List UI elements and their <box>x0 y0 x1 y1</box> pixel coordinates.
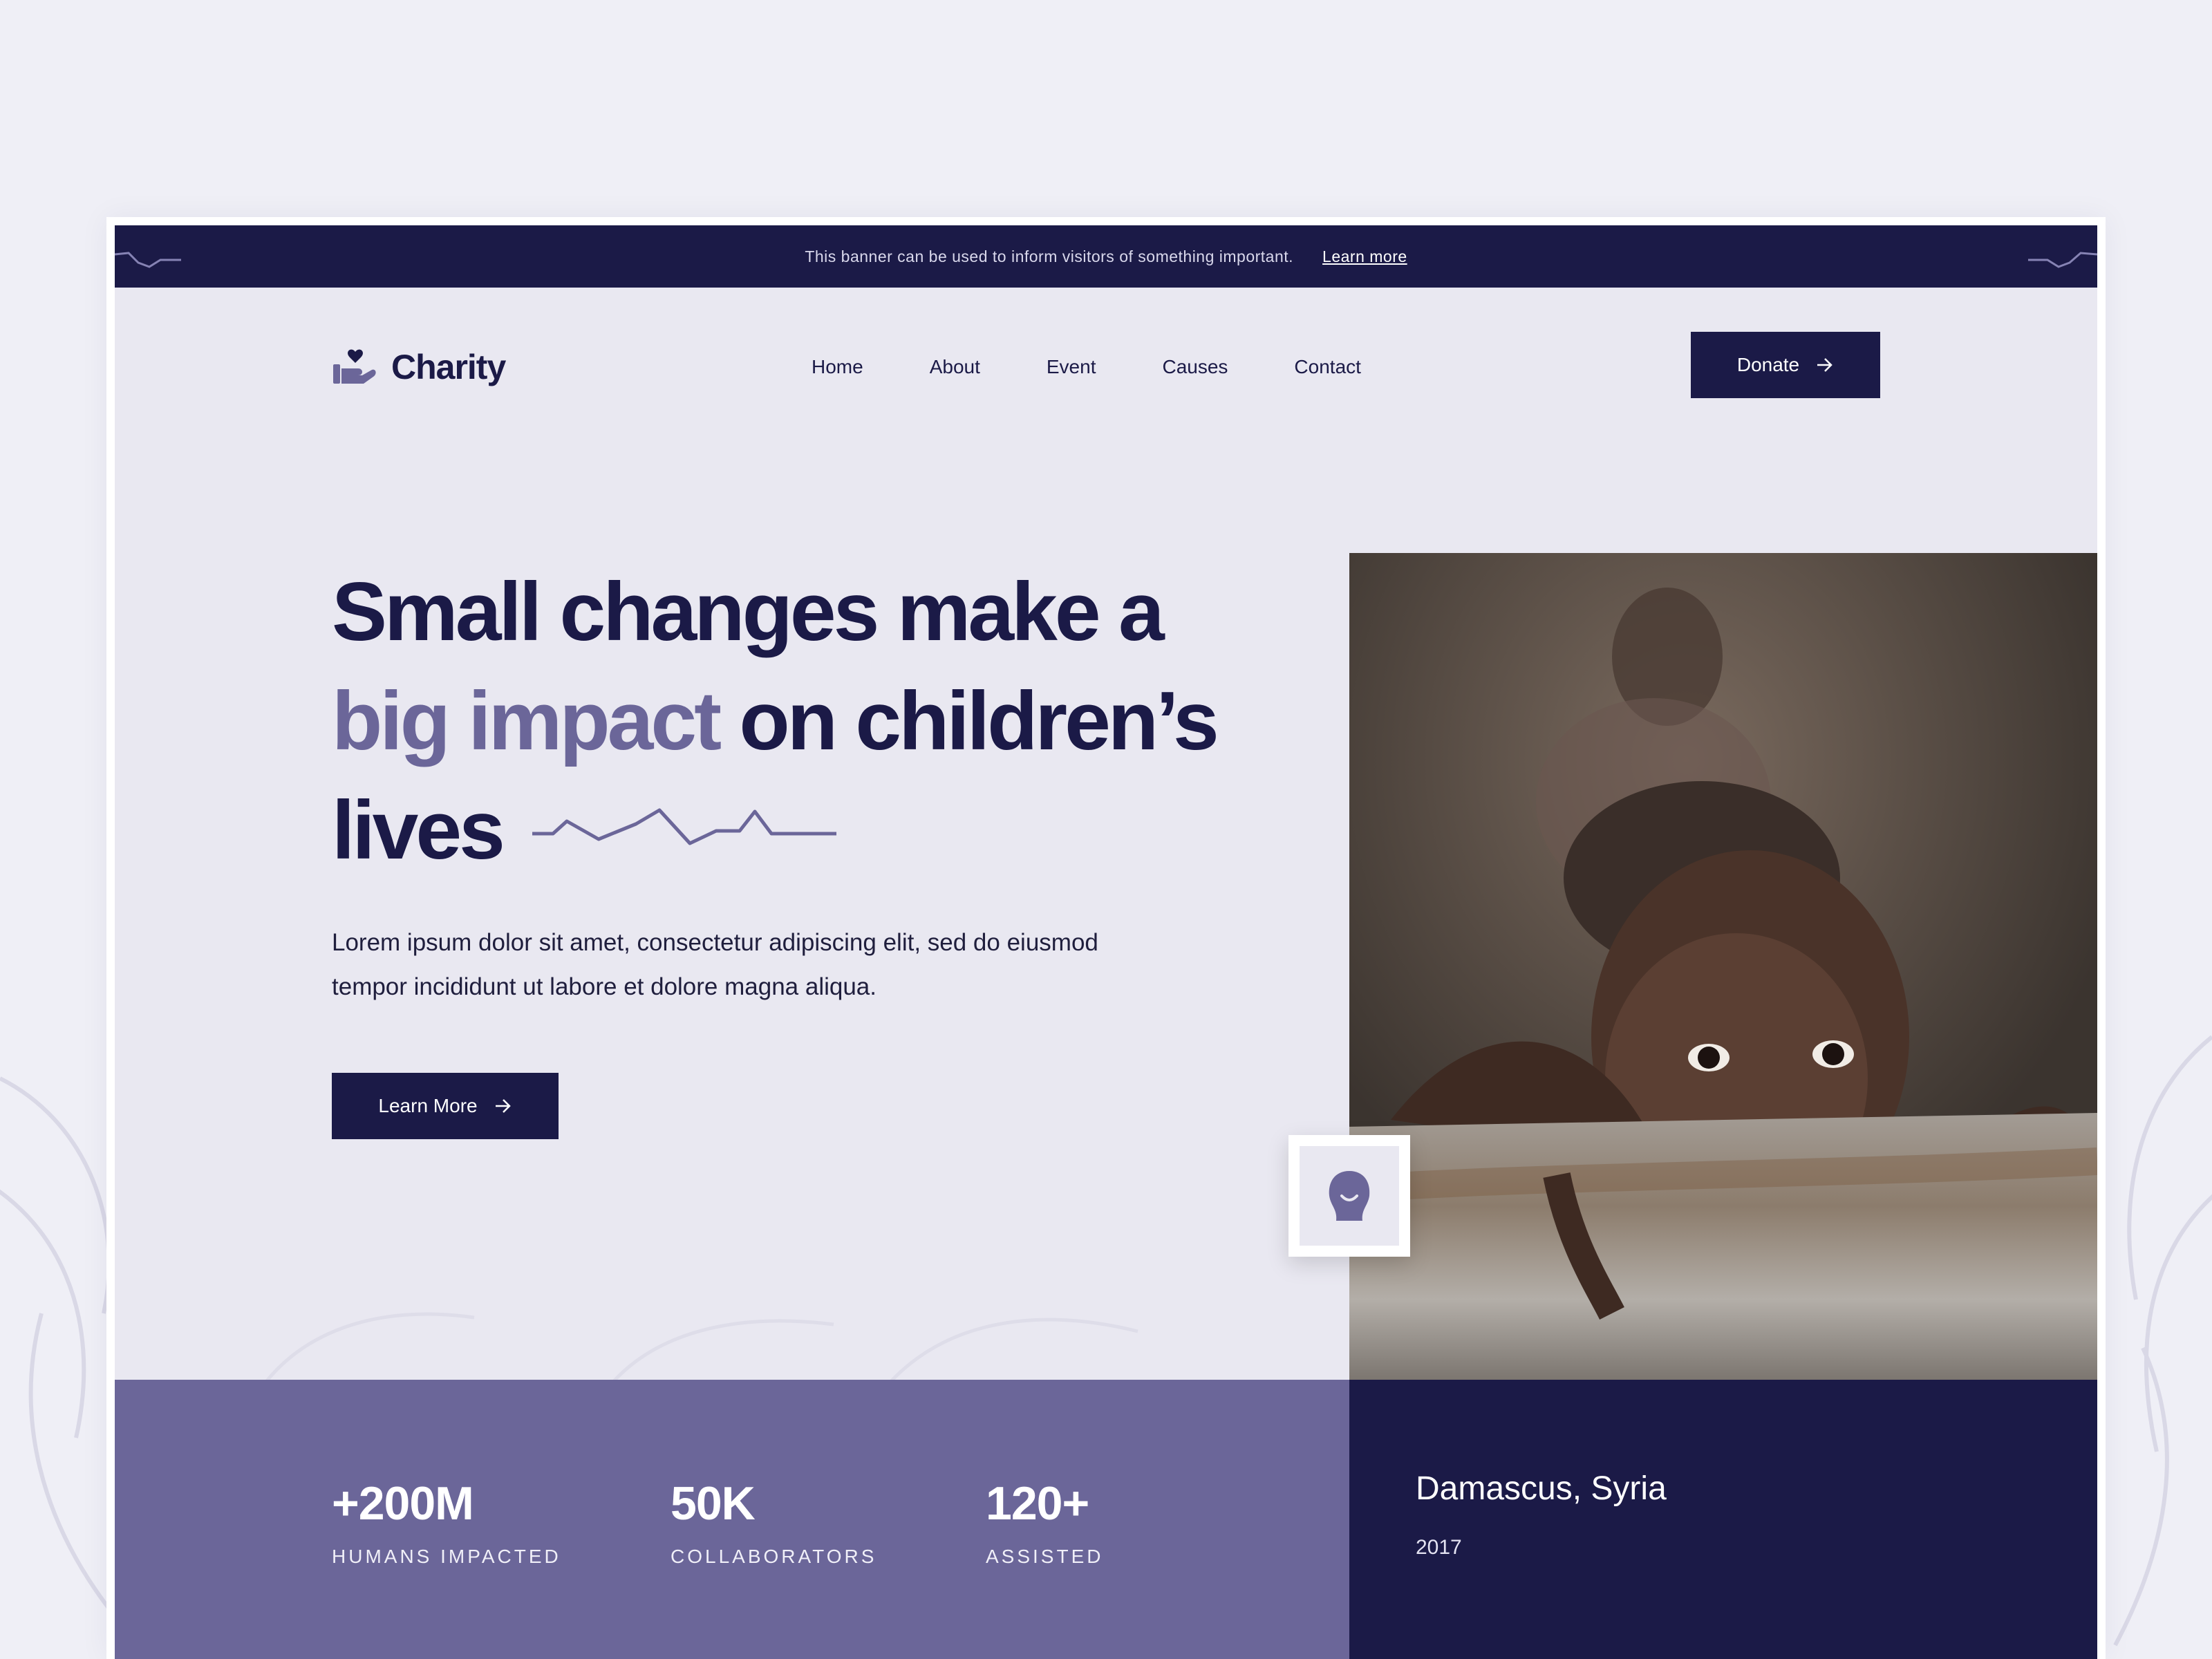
location-name: Damascus, Syria <box>1416 1470 1667 1507</box>
stat-value: +200M <box>332 1477 474 1530</box>
stat-label: ASSISTED <box>986 1546 1104 1567</box>
arrow-right-icon <box>494 1098 512 1114</box>
nav-item-about[interactable]: About <box>930 356 980 378</box>
banner-wave-right-icon <box>2028 252 2097 268</box>
stats-section: +200M HUMANS IMPACTED 50K COLLABORATORS … <box>115 1380 1349 1659</box>
heartbeat-line-icon <box>532 808 836 845</box>
nav-item-contact[interactable]: Contact <box>1294 356 1361 378</box>
photo-badge <box>1288 1135 1410 1257</box>
stat-assisted: 120+ ASSISTED <box>986 1477 1103 1568</box>
headline-line-2: on children’s <box>719 675 1219 767</box>
hand-heart-icon <box>333 349 376 384</box>
brand-name: Charity <box>391 348 506 386</box>
brand-logo[interactable]: Charity <box>332 343 506 391</box>
headline-line-3: lives <box>332 784 505 877</box>
learn-more-button[interactable]: Learn More <box>332 1073 559 1139</box>
person-icon <box>1329 1171 1370 1221</box>
banner-learn-more-link[interactable]: Learn more <box>1322 247 1407 266</box>
headline-line-1: Small changes make a <box>332 565 1165 658</box>
hero-headline: Small changes make a big impact on child… <box>332 557 1369 885</box>
donate-button[interactable]: Donate <box>1691 332 1880 398</box>
donate-label: Donate <box>1736 354 1800 375</box>
arrow-right-icon <box>1816 357 1834 373</box>
photo-location-card: Damascus, Syria 2017 <box>1349 1380 2097 1659</box>
hero-photo <box>1349 553 2097 1380</box>
nav-item-event[interactable]: Event <box>1047 356 1096 378</box>
banner-message: This banner can be used to inform visito… <box>805 247 1294 265</box>
banner-wave-left-icon <box>115 252 181 268</box>
nav-item-home[interactable]: Home <box>812 356 863 378</box>
stat-label: HUMANS IMPACTED <box>332 1546 561 1567</box>
stat-value: 50K <box>671 1477 756 1530</box>
landing-page: This banner can be used to inform visito… <box>115 225 2097 1659</box>
location-year: 2017 <box>1416 1536 1462 1559</box>
stat-humans-impacted: +200M HUMANS IMPACTED <box>332 1477 561 1568</box>
nav-item-causes[interactable]: Causes <box>1162 356 1228 378</box>
stat-collaborators: 50K COLLABORATORS <box>671 1477 877 1568</box>
main-nav: Home About Event Causes Contact <box>812 350 1427 384</box>
stat-value: 120+ <box>986 1477 1089 1530</box>
learn-more-label: Learn More <box>378 1095 478 1116</box>
announcement-banner: This banner can be used to inform visito… <box>115 225 2097 288</box>
stat-label: COLLABORATORS <box>671 1546 877 1567</box>
hero-description: Lorem ipsum dolor sit amet, consectetur … <box>332 929 1098 1000</box>
headline-highlight: big impact <box>332 675 722 767</box>
